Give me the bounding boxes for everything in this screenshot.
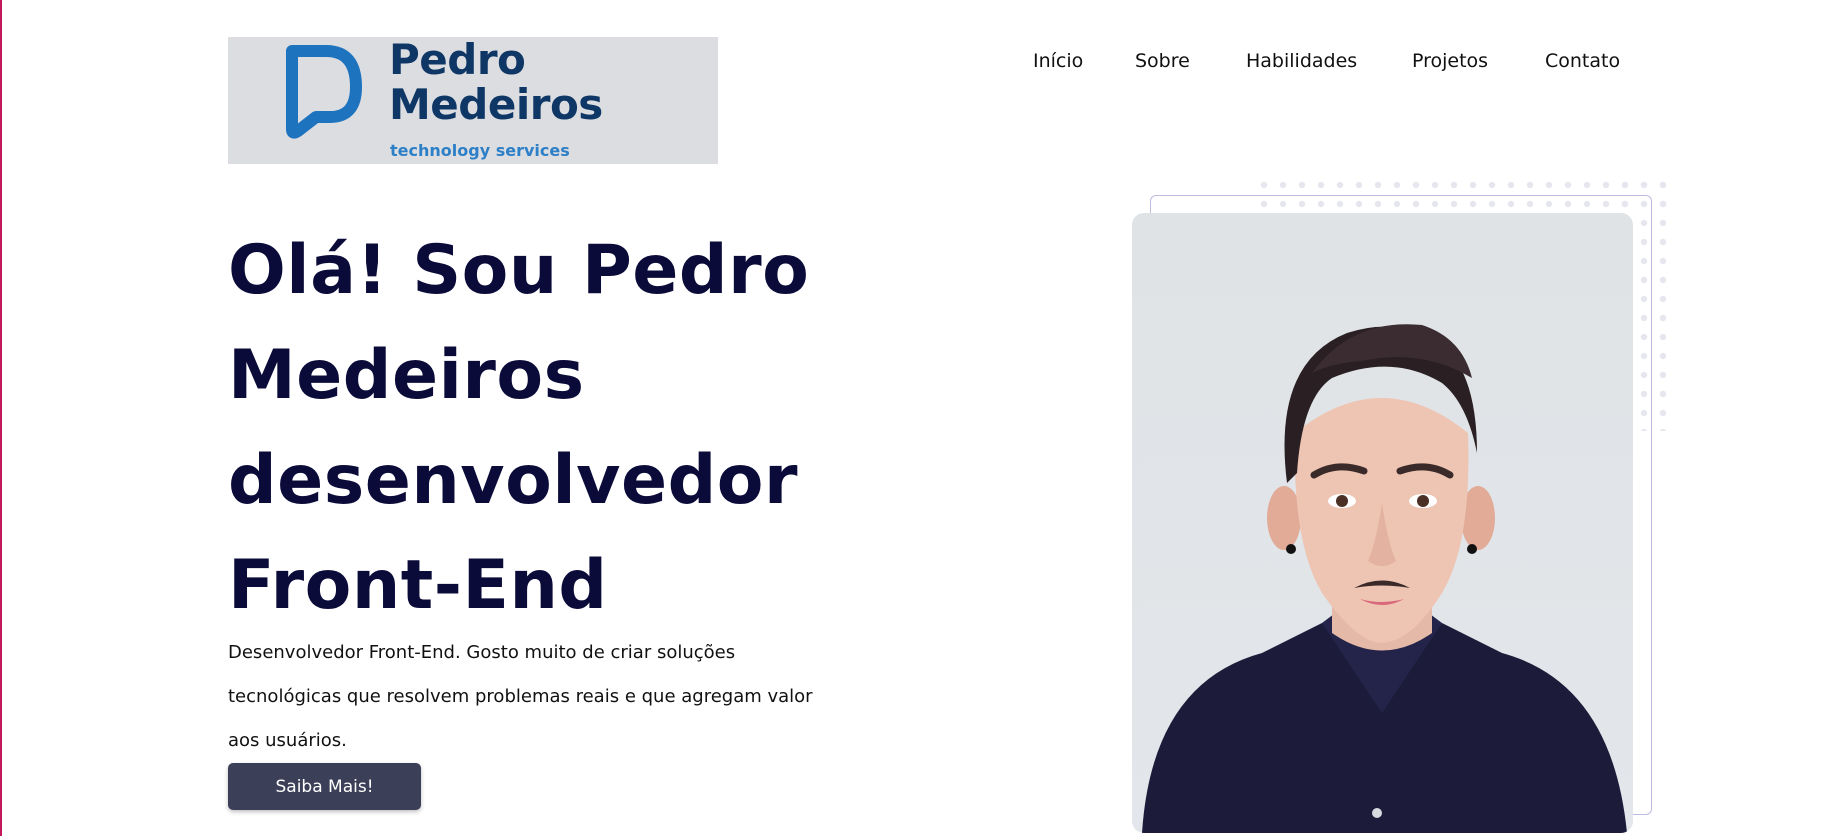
page: Pedro Medeiros technology services Iníci… xyxy=(0,0,1833,836)
profile-illustration xyxy=(1142,324,1627,833)
hero-description: Desenvolvedor Front-End. Gosto muito de … xyxy=(228,631,848,763)
hero-title-line: Olá! Sou Pedro xyxy=(228,231,810,310)
hero-title: Olá! Sou Pedro Medeiros desenvolvedor Fr… xyxy=(228,218,868,638)
logo-name: Pedro Medeiros xyxy=(389,37,603,127)
nav-inicio[interactable]: Início xyxy=(1033,50,1083,72)
nav-habilidades[interactable]: Habilidades xyxy=(1246,50,1357,72)
nav-sobre[interactable]: Sobre xyxy=(1135,50,1190,72)
nav-projetos[interactable]: Projetos xyxy=(1412,50,1488,72)
left-edge-line xyxy=(0,0,2,836)
profile-photo xyxy=(1132,213,1633,833)
hero-title-line: desenvolvedor xyxy=(228,441,799,520)
logo-tagline: technology services xyxy=(390,141,570,160)
saiba-mais-button[interactable]: Saiba Mais! xyxy=(228,763,421,810)
hero-title-line: Front-End xyxy=(228,546,608,625)
p-logo-icon xyxy=(286,45,362,139)
logo-name-line2: Medeiros xyxy=(389,80,603,129)
hero-description-line: Desenvolvedor Front-End. Gosto muito de … xyxy=(228,642,736,663)
logo-name-line1: Pedro xyxy=(389,35,526,84)
site-logo[interactable]: Pedro Medeiros technology services xyxy=(228,37,718,164)
hero-title-line: Medeiros xyxy=(228,336,585,415)
hero-description-line: aos usuários. xyxy=(228,730,347,751)
nav-contato[interactable]: Contato xyxy=(1545,50,1620,72)
hero-description-line: tecnológicas que resolvem problemas reai… xyxy=(228,686,813,707)
